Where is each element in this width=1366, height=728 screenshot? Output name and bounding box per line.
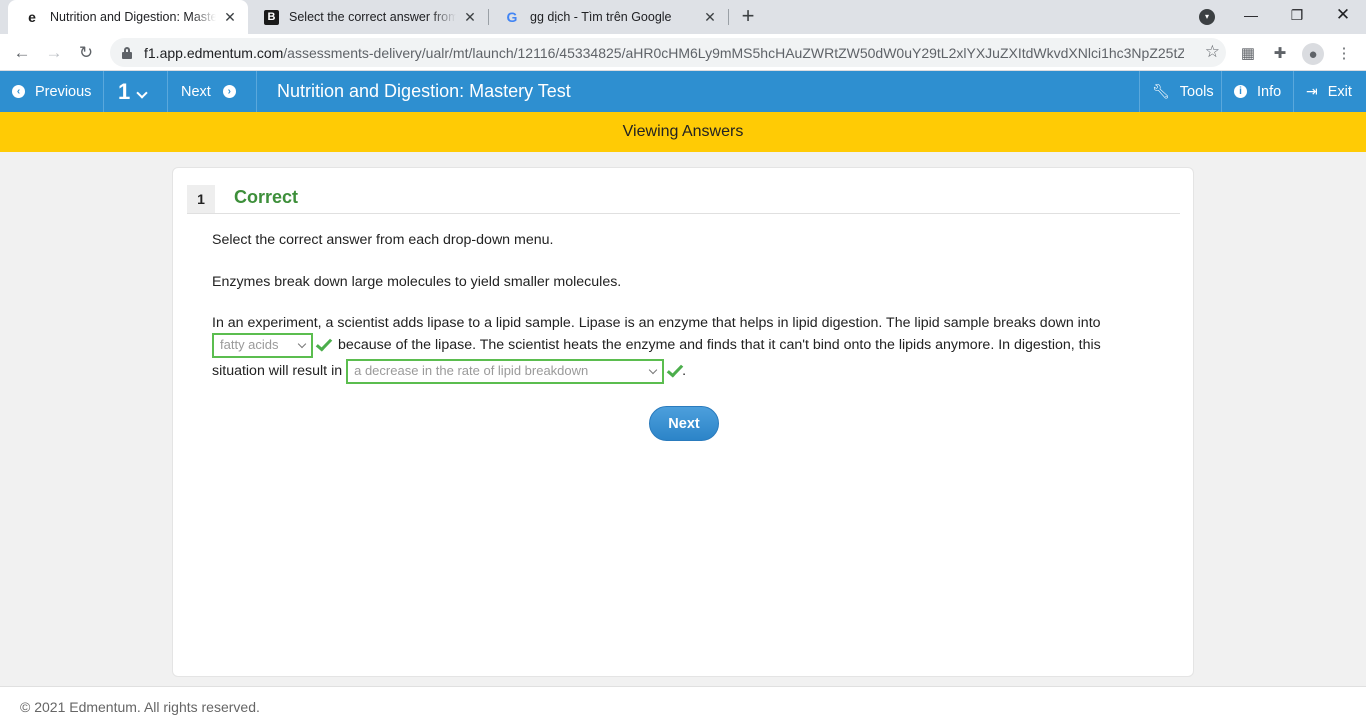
forward-arrow-icon[interactable]: → — [42, 41, 66, 65]
next-button[interactable]: Next — [649, 406, 719, 441]
tab-title: Nutrition and Digestion: Mastery — [50, 10, 216, 24]
google-favicon-icon: G — [506, 9, 518, 25]
dropdown-2-value: a decrease in the rate of lipid breakdow… — [354, 363, 589, 378]
previous-button[interactable]: ‹ Previous — [12, 71, 91, 112]
question-statement: Enzymes break down large molecules to yi… — [212, 274, 622, 290]
correct-check-icon — [666, 361, 684, 377]
tab-title: Select the correct answer from th — [289, 10, 456, 24]
assessment-header: ‹ Previous 1 Next › Nutrition and Digest… — [0, 71, 1366, 112]
new-tab-plus-icon[interactable]: + — [736, 5, 760, 29]
dropdown-1-value: fatty acids — [220, 337, 279, 352]
calendar-extension-icon[interactable]: ▦ — [1238, 43, 1258, 63]
browser-tab-strip: e Nutrition and Digestion: Mastery ✕ B S… — [0, 0, 1366, 34]
profile-avatar-icon[interactable]: ● — [1302, 43, 1324, 65]
next-label: Next — [181, 83, 211, 100]
chevron-down-icon — [648, 365, 658, 374]
url-text: f1.app.edmentum.com/assessments-delivery… — [144, 45, 1184, 61]
info-label: Info — [1257, 83, 1282, 100]
browser-toolbar: ← → ↻ f1.app.edmentum.com/assessments-de… — [0, 34, 1366, 71]
tab-search-icon[interactable]: ▾ — [1199, 9, 1215, 25]
exit-button[interactable]: ⇥ Exit — [1306, 71, 1352, 112]
browser-menu-icon[interactable]: ⋮ — [1334, 43, 1354, 63]
info-icon: i — [1234, 85, 1247, 98]
brainly-favicon-icon: B — [264, 9, 279, 25]
passage-text: situation will result in — [212, 363, 343, 379]
passage-line: fatty acids because of the lipase. The s… — [212, 332, 1101, 358]
test-title: Nutrition and Digestion: Mastery Test — [277, 81, 571, 101]
close-tab-icon[interactable]: ✕ — [222, 9, 238, 26]
question-number: 1 — [118, 78, 131, 104]
chevron-down-icon — [136, 86, 148, 99]
minimize-icon[interactable]: — — [1228, 0, 1274, 30]
correct-check-icon — [315, 335, 333, 351]
tools-label: Tools — [1179, 83, 1214, 100]
question-selector[interactable]: 1 — [118, 71, 148, 112]
edge-favicon-icon: e — [28, 9, 36, 25]
restore-icon[interactable]: ❐ — [1274, 0, 1320, 30]
page-footer: © 2021 Edmentum. All rights reserved. — [0, 686, 1366, 728]
passage-line: situation will result in a decrease in t… — [212, 358, 686, 384]
banner-text: Viewing Answers — [622, 123, 744, 140]
question-header: 1 Correct — [187, 183, 1180, 214]
header-divider — [1221, 71, 1222, 112]
previous-label: Previous — [35, 83, 92, 100]
address-bar[interactable]: f1.app.edmentum.com/assessments-delivery… — [110, 38, 1226, 67]
copyright-text: © 2021 Edmentum. All rights reserved. — [20, 699, 260, 715]
question-number-badge: 1 — [187, 185, 215, 213]
passage-text: because of the lipase. The scientist hea… — [338, 337, 1101, 353]
question-card: 1 Correct Select the correct answer from… — [172, 167, 1194, 677]
close-window-icon[interactable]: ✕ — [1320, 0, 1366, 30]
header-divider — [256, 71, 257, 112]
header-divider — [103, 71, 104, 112]
url-host: f1.app.edmentum.com — [144, 44, 284, 61]
answer-dropdown-2[interactable]: a decrease in the rate of lipid breakdow… — [346, 358, 665, 384]
arrow-left-circle-icon: ‹ — [12, 85, 25, 98]
viewing-answers-banner: Viewing Answers — [0, 112, 1366, 152]
tools-button[interactable]: 🔧︎ Tools — [1152, 71, 1214, 112]
url-path: /assessments-delivery/ualr/mt/launch/121… — [283, 44, 1184, 61]
browser-tab[interactable]: G gg dịch - Tìm trên Google ✕ — [488, 0, 728, 34]
close-tab-icon[interactable]: ✕ — [702, 9, 718, 26]
info-button[interactable]: i Info — [1234, 71, 1281, 112]
browser-tab[interactable]: B Select the correct answer from th ✕ — [248, 0, 488, 34]
header-divider — [1293, 71, 1294, 112]
wrench-icon: 🔧︎ — [1152, 83, 1170, 99]
next-question-button[interactable]: Next › — [181, 71, 236, 112]
chevron-down-icon — [297, 339, 307, 348]
extensions-puzzle-icon[interactable]: ✚ — [1270, 43, 1290, 63]
question-instruction: Select the correct answer from each drop… — [212, 232, 554, 248]
back-arrow-icon[interactable]: ← — [10, 41, 34, 65]
answer-status: Correct — [234, 187, 299, 207]
arrow-right-circle-icon: › — [222, 85, 236, 98]
header-divider — [167, 71, 168, 112]
sign-out-icon: ⇥ — [1306, 83, 1318, 99]
header-divider — [1139, 71, 1140, 112]
exit-label: Exit — [1327, 83, 1352, 100]
lock-icon — [122, 46, 132, 59]
tab-title: gg dịch - Tìm trên Google — [530, 10, 672, 24]
reload-icon[interactable]: ↻ — [74, 41, 98, 65]
tab-divider — [728, 9, 729, 25]
answer-dropdown-1[interactable]: fatty acids — [212, 332, 313, 358]
passage-text: . — [682, 363, 687, 379]
browser-tab-active[interactable]: e Nutrition and Digestion: Mastery ✕ — [8, 0, 248, 34]
close-tab-icon[interactable]: ✕ — [462, 9, 478, 26]
bookmark-star-icon[interactable]: ☆ — [1205, 42, 1220, 62]
